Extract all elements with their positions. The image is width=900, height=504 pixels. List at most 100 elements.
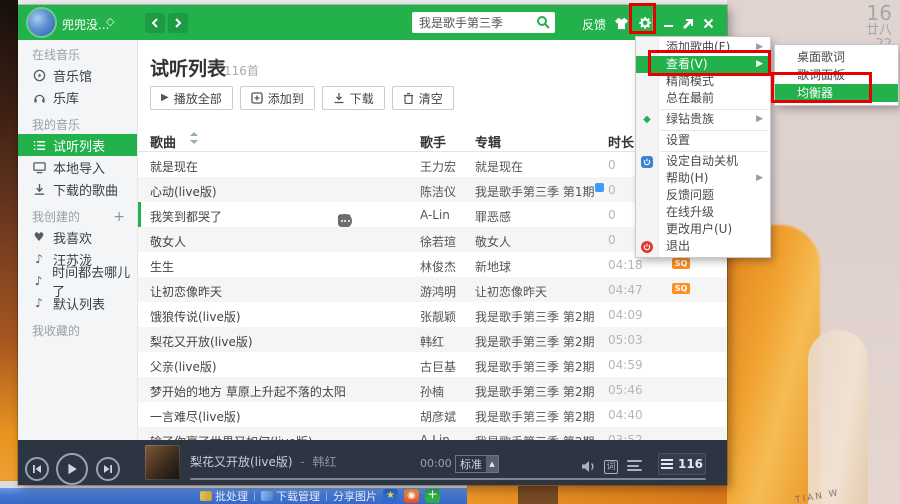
sidebar-item-downloaded-songs[interactable]: 下载的歌曲 <box>18 178 137 200</box>
add-playlist-icon[interactable]: + <box>113 209 125 225</box>
sidebar-item-playlist-2[interactable]: ♪ 时间都去哪儿了 <box>18 270 137 292</box>
play-button[interactable] <box>56 453 88 485</box>
menu-separator <box>660 109 768 110</box>
row-more-icon[interactable] <box>338 214 352 228</box>
play-all-button[interactable]: ▶ 播放全部 <box>150 86 233 110</box>
tray-plus-icon[interactable]: ＋ <box>425 489 440 503</box>
menu-item-green-diamond[interactable]: ◆ 绿钻贵族▶ <box>636 111 770 128</box>
feedback-button[interactable]: 反馈 <box>582 16 606 33</box>
vip-diamond-icon: ◇ <box>106 15 114 28</box>
taskbar-item-share-image[interactable]: 分享图片 <box>333 489 377 503</box>
menu-separator <box>660 130 768 131</box>
heart-icon: ♥ <box>32 230 46 244</box>
menu-item-online-upgrade[interactable]: 在线升级 <box>636 204 770 221</box>
table-row[interactable]: 饿狼传说(live版) 张靓颖 我是歌手第三季 第2期 04:09 <box>138 302 727 327</box>
search-box <box>412 12 555 33</box>
taskbar-separator <box>254 491 255 501</box>
table-row[interactable]: 梨花又开放(live版) 韩红 我是歌手第三季 第2期 05:03 <box>138 327 727 352</box>
volume-icon[interactable] <box>581 460 596 473</box>
desktop-background-left <box>0 0 18 504</box>
quality-selector[interactable]: 标准 ▲ <box>455 455 499 473</box>
sidebar-item-local-import[interactable]: 本地导入 <box>18 156 137 178</box>
qzone-star-icon[interactable]: ★ <box>383 489 398 503</box>
download-button[interactable]: 下载 <box>322 86 385 110</box>
music-player-window: 兜兜没... ◇ 反馈 <box>18 5 727 485</box>
search-icon[interactable] <box>536 15 550 29</box>
annotation-box-view-menu <box>648 50 771 76</box>
search-input[interactable] <box>419 14 531 31</box>
sidebar-item-my-favorites[interactable]: ♥ 我喜欢 <box>18 226 137 248</box>
clear-button[interactable]: 清空 <box>392 86 454 110</box>
sort-icon[interactable] <box>190 132 198 144</box>
desktop: TIAN W 16 廿八 22 批处理 下载管理 分享图片 ★ ◉ ＋ 兜兜没.… <box>0 0 900 504</box>
music-note-icon: ♪ <box>32 252 46 266</box>
sidebar-item-listening-list[interactable]: 试听列表 <box>18 134 137 156</box>
mv-badge[interactable] <box>595 183 604 192</box>
table-row[interactable]: 一言难尽(live版) 胡彦斌 我是歌手第三季 第2期 04:40 <box>138 402 727 427</box>
table-row[interactable]: 父亲(live版) 古巨基 我是歌手第三季 第2期 04:59 <box>138 352 727 377</box>
play-mode-icon[interactable] <box>627 460 642 471</box>
table-row[interactable]: 让初恋像昨天 游鸿明 让初恋像昨天 04:47 SQ <box>138 277 727 302</box>
menu-item-always-on-top[interactable]: 总在最前 <box>636 90 770 107</box>
now-playing-artist[interactable]: 韩红 <box>313 455 337 469</box>
menu-item-switch-user[interactable]: 更改用户(U) <box>636 221 770 238</box>
column-artist[interactable]: 歌手 <box>420 132 446 151</box>
menu-item-auto-shutdown[interactable]: 设定自动关机 <box>636 153 770 170</box>
submenu-item-desktop-lyrics[interactable]: 桌面歌词 <box>775 48 898 66</box>
progress-bar[interactable] <box>190 478 706 480</box>
quality-arrow-icon: ▲ <box>486 456 498 472</box>
batch-icon <box>200 491 212 501</box>
headphones-icon <box>32 90 46 104</box>
add-to-button[interactable]: 添加到 <box>240 86 315 110</box>
nav-forward-button[interactable] <box>168 13 188 33</box>
table-row[interactable]: 梦开始的地方 草原上升起不落的太阳(live版) 孙楠 我是歌手第三季 第2期 … <box>138 377 727 402</box>
user-avatar[interactable] <box>28 9 55 36</box>
submenu-arrow-icon: ▶ <box>756 111 763 128</box>
submenu-arrow-icon: ▶ <box>756 170 763 187</box>
sidebar-item-playlist-3[interactable]: ♪ 默认列表 <box>18 292 137 314</box>
previous-button[interactable] <box>25 457 49 481</box>
playlist-toggle[interactable]: 116 <box>658 453 706 475</box>
sidebar-section-my-collections: 我收藏的 <box>18 322 137 340</box>
sidebar-section-online-music: 在线音乐 <box>18 46 137 64</box>
play-icon: ▶ <box>161 93 169 103</box>
page-title: 试听列表 <box>150 54 226 81</box>
menu-item-exit[interactable]: 退出 <box>636 238 770 255</box>
download-icon <box>32 182 46 196</box>
music-note-icon: ♪ <box>32 274 45 288</box>
taskbar-item-batch[interactable]: 批处理 <box>200 489 248 503</box>
nav-back-button[interactable] <box>145 13 165 33</box>
skin-icon[interactable] <box>612 14 630 32</box>
sidebar-item-music-hall[interactable]: 音乐馆 <box>18 64 137 86</box>
titlebar: 兜兜没... ◇ 反馈 <box>18 5 727 40</box>
playlist-icon <box>32 138 46 152</box>
table-row[interactable]: 输了你赢了世界又如何(live版) A-Lin 我是歌手第三季 第2期 03:5… <box>138 427 727 440</box>
minimize-icon[interactable] <box>659 14 677 32</box>
close-icon[interactable] <box>699 14 717 32</box>
now-playing-song[interactable]: 梨花又开放(live版) <box>190 455 293 469</box>
username[interactable]: 兜兜没... <box>62 16 109 33</box>
sq-quality-badge: SQ <box>672 258 690 269</box>
mini-mode-icon[interactable] <box>678 14 696 32</box>
weibo-eye-icon[interactable]: ◉ <box>404 489 419 503</box>
player-bar: 梨花又开放(live版) - 韩红 00:00 标准 ▲ 词 116 <box>18 440 727 485</box>
menu-item-settings[interactable]: 设置 <box>636 132 770 149</box>
menu-item-feedback-issue[interactable]: 反馈问题 <box>636 187 770 204</box>
playlist-count: 116 <box>678 457 703 471</box>
album-art[interactable] <box>145 445 180 480</box>
next-button[interactable] <box>96 457 120 481</box>
taskbar-item-download-manager[interactable]: 下载管理 <box>261 489 320 503</box>
add-square-icon <box>251 92 263 104</box>
taskbar: 批处理 下载管理 分享图片 ★ ◉ ＋ <box>0 488 467 504</box>
download-manager-icon <box>261 491 273 501</box>
background-photo-detail <box>518 486 558 504</box>
column-album[interactable]: 专辑 <box>475 132 501 151</box>
column-song[interactable]: 歌曲 <box>150 132 176 151</box>
sidebar-item-music-library[interactable]: 乐库 <box>18 86 137 108</box>
calendar-day: 16 <box>866 2 892 24</box>
lyrics-icon[interactable]: 词 <box>604 460 618 474</box>
column-duration[interactable]: 时长 <box>608 132 634 151</box>
trash-icon <box>403 92 414 104</box>
annotation-box-gear <box>629 3 656 34</box>
menu-item-help[interactable]: 帮助(H)▶ <box>636 170 770 187</box>
